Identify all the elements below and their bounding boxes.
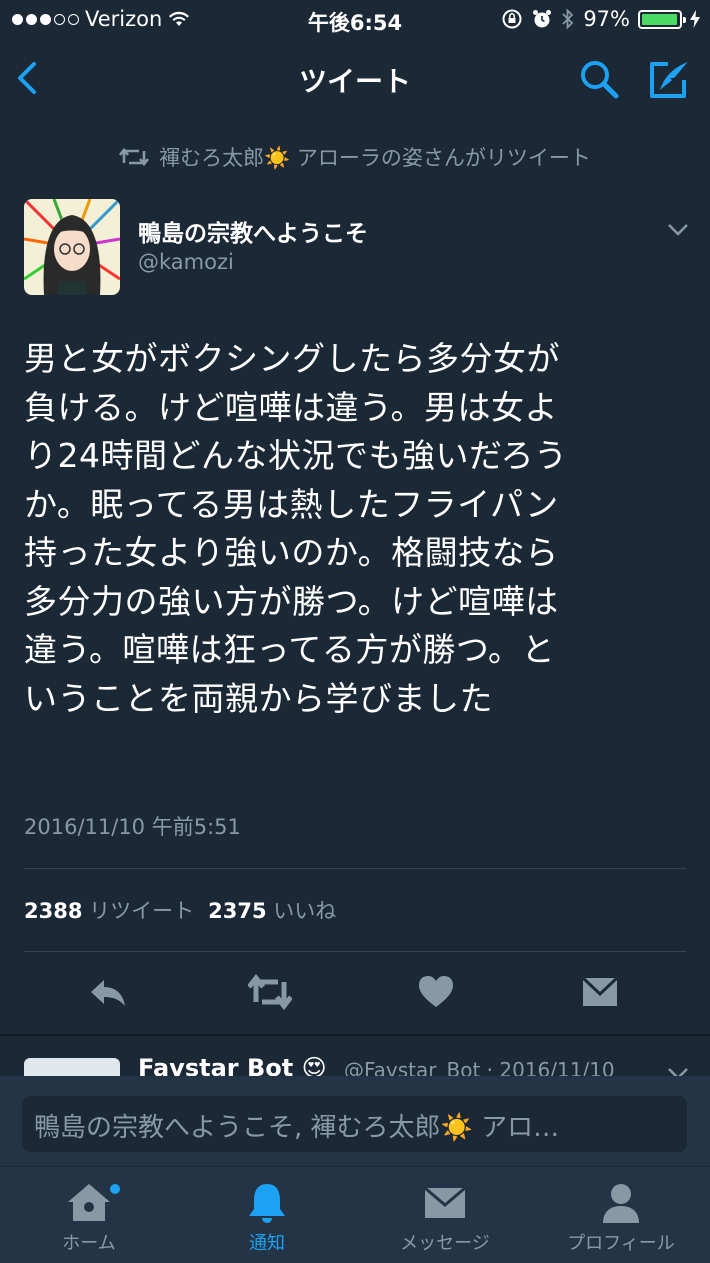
tab-label: ホーム [62, 1233, 116, 1254]
tab-notifications[interactable]: 通知 [192, 1181, 342, 1255]
next-tweet[interactable]: Favstar Bot 😍 @Favstar_Bot · 2016/11/10 [0, 1036, 710, 1076]
reply-bar: 鴨島の宗教へようこそ, 褌むろ太郎☀️ アロ… [0, 1076, 710, 1166]
tweet-line: 負ける。けど喧嘩は違う。男は女よ [24, 387, 559, 427]
retweet-label: リツイート [89, 899, 195, 923]
tweet-stats: 2388 リツイート 2375 いいね [24, 895, 336, 925]
like-stat[interactable]: 2375 いいね [208, 895, 336, 925]
retweet-count: 2388 [24, 899, 83, 923]
tab-label: 通知 [249, 1233, 285, 1254]
tweet-line: 違う。喧嘩は狂ってる方が勝つ。と [24, 630, 556, 669]
compose-icon[interactable] [646, 58, 692, 100]
retweet-context-label: 褌むろ太郎☀️ アローラの姿さんがリツイート [159, 146, 591, 170]
like-count: 2375 [208, 899, 267, 923]
chevron-down-icon[interactable] [666, 1066, 690, 1076]
person-icon [603, 1184, 639, 1223]
notification-dot [110, 1184, 120, 1194]
tweet-line: か。眠ってる男は熱したフライパン [24, 484, 559, 524]
tweet-line: 多分力の強い方が勝つ。けど喧嘩は [24, 581, 559, 621]
tweet-line: り24時間どんな状況でも強いだろう [24, 436, 568, 475]
tweet-actions [0, 972, 710, 1016]
home-icon [68, 1184, 110, 1221]
search-icon[interactable] [578, 58, 620, 100]
avatar[interactable] [24, 1058, 120, 1076]
status-right: 97% [501, 7, 700, 31]
retweet-icon[interactable] [248, 972, 292, 1012]
battery-percent: 97% [583, 7, 630, 31]
reply-input[interactable]: 鴨島の宗教へようこそ, 褌むろ太郎☀️ アロ… [22, 1096, 687, 1152]
tweet-line: 持った女より強いのか。格闘技なら [24, 533, 559, 572]
chevron-down-icon[interactable] [666, 222, 690, 238]
battery-icon [638, 9, 686, 29]
retweet-icon [119, 147, 150, 167]
bell-icon [249, 1184, 285, 1223]
charging-icon [690, 10, 700, 28]
tab-home[interactable]: ホーム [14, 1181, 164, 1255]
author-handle[interactable]: @kamozi [138, 250, 234, 274]
like-label: いいね [273, 899, 337, 923]
retweet-stat[interactable]: 2388 リツイート [24, 895, 194, 925]
bluetooth-icon [562, 8, 574, 30]
author-name[interactable]: 鴨島の宗教へようこそ [138, 214, 368, 248]
tab-label: メッセージ [400, 1233, 490, 1254]
next-tweet-meta: @Favstar_Bot · 2016/11/10 [344, 1058, 615, 1076]
reply-icon[interactable] [88, 972, 128, 1012]
status-bar: Verizon 午後6:54 97% [0, 0, 710, 40]
tweet-timestamp: 2016/11/10 午前5:51 [24, 815, 241, 839]
alarm-icon [533, 10, 552, 28]
retweet-context[interactable]: 褌むろ太郎☀️ アローラの姿さんがリツイート [0, 142, 710, 172]
tab-bar: ホーム 通知 メッセージ プロフィール [0, 1166, 710, 1263]
tweet-line: いうことを両親から学びました [24, 678, 493, 718]
share-icon[interactable] [580, 972, 620, 1012]
tab-messages[interactable]: メッセージ [370, 1181, 520, 1255]
divider [24, 951, 686, 952]
tweet-line: 男と女がボクシングしたら多分女が [24, 339, 560, 378]
like-icon[interactable] [416, 972, 456, 1012]
tab-profile[interactable]: プロフィール [546, 1181, 696, 1255]
rotation-lock-icon [502, 9, 522, 29]
envelope-icon [424, 1186, 466, 1218]
tab-label: プロフィール [567, 1233, 675, 1254]
nav-bar: ツイート [0, 40, 710, 120]
next-tweet-author[interactable]: Favstar Bot 😍 [138, 1054, 327, 1076]
avatar[interactable] [24, 199, 120, 295]
tweet-text: 男と女がボクシングしたら多分女が 負ける。けど喧嘩は違う。男は女よ り24時間ど… [24, 335, 694, 723]
divider [24, 868, 686, 869]
